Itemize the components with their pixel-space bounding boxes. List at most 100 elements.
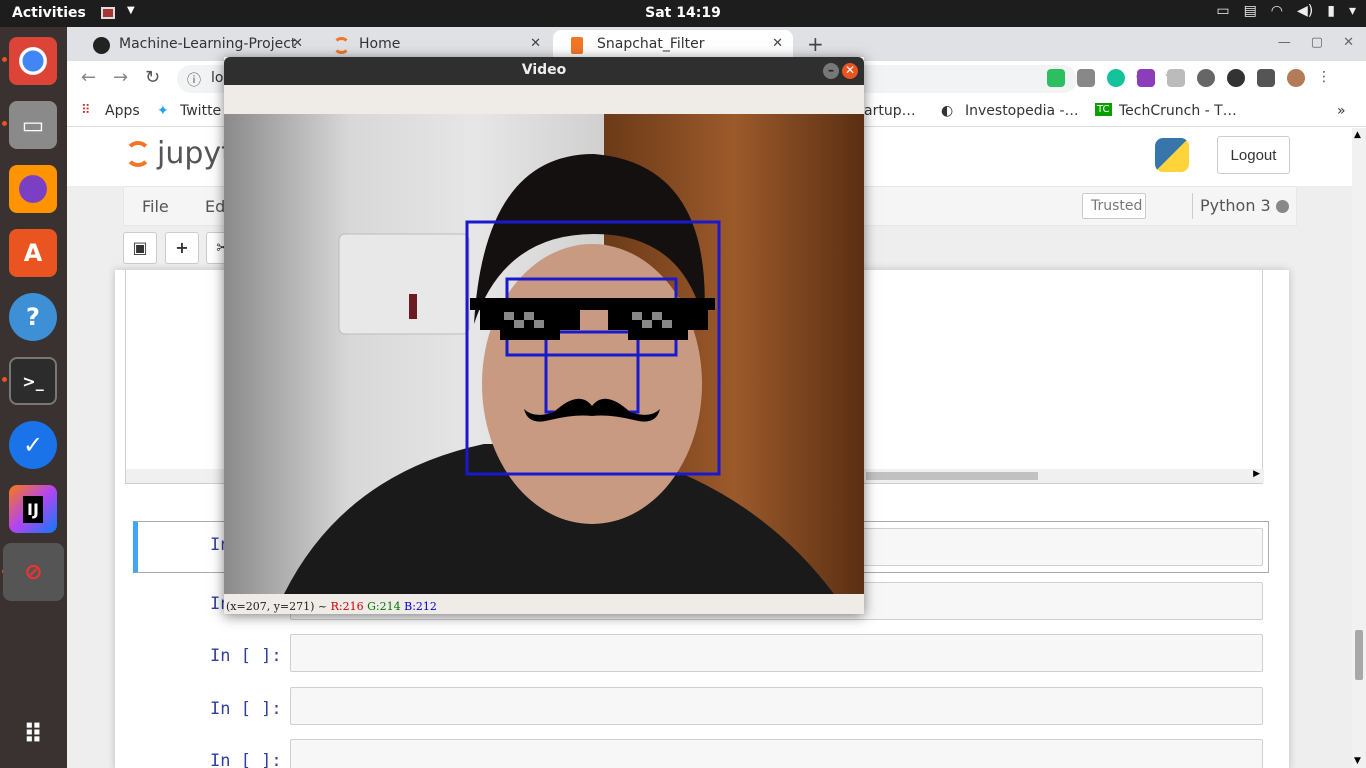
menu-icon[interactable]: ⋮ — [1317, 69, 1331, 87]
save-button[interactable]: ▣ — [123, 232, 157, 264]
system-top-bar: Activities ▼ Sat 14:19 ▭ ▤ ◠ ◀) ▮ ▾ — [0, 0, 1366, 27]
forward-icon[interactable]: → — [113, 67, 128, 88]
scrollbar-thumb[interactable] — [1355, 630, 1363, 680]
tab-label: Machine-Learning-Project — [119, 36, 297, 52]
reload-icon[interactable]: ↻ — [145, 67, 160, 88]
logo-text: jupyt — [157, 136, 233, 171]
grammarly-icon[interactable] — [1107, 69, 1125, 87]
evernote-icon[interactable] — [1047, 69, 1065, 87]
cursor-coords: (x=207, y=271) ~ — [226, 600, 328, 613]
running-indicator — [2, 57, 7, 62]
clock[interactable]: Sat 14:19 — [0, 5, 1366, 21]
running-indicator — [2, 377, 7, 382]
help-icon[interactable]: ? — [9, 293, 57, 341]
menu-file[interactable]: File — [142, 197, 169, 216]
webcam-image — [224, 114, 864, 594]
kernel-name[interactable]: Python 3 — [1200, 196, 1271, 215]
divider — [1192, 193, 1193, 219]
avatar[interactable] — [1287, 69, 1305, 87]
bookmark-startup[interactable]: artup… — [864, 103, 916, 119]
bookmark-twitter[interactable]: Twitte — [180, 103, 221, 119]
bookmark-investopedia[interactable]: Investopedia -… — [965, 103, 1079, 119]
techcrunch-icon[interactable]: TC — [1095, 103, 1112, 116]
tab-label: Snapchat_Filter — [597, 36, 705, 52]
dock: ▭ A ? >_ ✓ IJ ⊘ ⠿ — [0, 27, 67, 768]
volume-icon[interactable]: ◀) — [1297, 3, 1313, 19]
software-icon[interactable]: A — [9, 229, 57, 277]
battery-icon[interactable]: ▮ — [1327, 3, 1335, 19]
running-indicator — [2, 121, 7, 126]
apps-icon[interactable]: ⠿ — [81, 103, 91, 118]
window-title: Video — [521, 62, 567, 78]
video-title-bar[interactable]: Video – ✕ — [224, 57, 864, 85]
video-app-icon[interactable]: ⊘ — [3, 543, 64, 601]
chevron-up-icon[interactable]: ▲ — [1354, 130, 1361, 140]
tab-label: Home — [359, 36, 401, 52]
wifi-icon[interactable]: ◠ — [1271, 3, 1283, 19]
maximize-icon[interactable]: ▢ — [1311, 35, 1323, 50]
extension-icon[interactable] — [1077, 69, 1095, 87]
bookmark-techcrunch[interactable]: TechCrunch - T… — [1119, 103, 1237, 119]
tab-strip: Machine-Learning-Project ✕ Home ✕ Snapch… — [67, 27, 1366, 61]
info-icon[interactable]: ⓘ — [187, 70, 201, 90]
vertical-scrollbar[interactable]: ▲ ▼ — [1352, 128, 1366, 768]
cell-prompt: In [ ]: — [210, 699, 282, 719]
chevron-down-icon[interactable]: ▼ — [1354, 756, 1361, 766]
screen-icon[interactable]: ▭ — [1216, 3, 1229, 19]
bookmark-apps[interactable]: Apps — [105, 103, 140, 119]
code-input[interactable] — [290, 634, 1263, 672]
add-cell-button[interactable]: + — [165, 232, 199, 264]
pixel-info-status: (x=207, y=271) ~ R:216 G:214 B:212 — [226, 600, 437, 613]
scrollbar-thumb[interactable] — [866, 472, 1038, 480]
files-icon[interactable]: ▭ — [9, 101, 57, 149]
clipboard-icon[interactable]: ▤ — [1244, 3, 1257, 19]
new-tab-button[interactable]: + — [807, 32, 824, 56]
s-extension-icon[interactable] — [1137, 69, 1155, 87]
minimize-icon[interactable]: — — [1278, 35, 1291, 50]
chevron-down-icon[interactable]: ▾ — [1349, 3, 1356, 19]
cell-prompt: In [ ]: — [210, 751, 282, 768]
code-input[interactable] — [290, 687, 1263, 725]
kernel-status-icon — [1276, 200, 1289, 213]
back-icon[interactable]: ← — [81, 67, 96, 88]
code-cell[interactable]: In [ ]: — [115, 687, 1289, 739]
cell-prompt: In [ ]: — [210, 646, 282, 666]
twitter-icon[interactable]: ✦ — [157, 103, 169, 119]
extensions: ⋮ — [1047, 69, 1331, 87]
firefox-icon[interactable] — [9, 165, 57, 213]
jupyter-icon — [333, 37, 350, 54]
menu-edit[interactable]: Ed — [205, 197, 225, 216]
bookmarks-overflow[interactable]: » — [1337, 103, 1346, 119]
tasks-icon[interactable]: ✓ — [9, 421, 57, 469]
code-cell[interactable]: In [ ]: — [115, 739, 1289, 768]
jupyter-logo[interactable]: jupyt — [125, 136, 233, 171]
puzzle-icon[interactable] — [1257, 69, 1275, 87]
video-window: Video – ✕ (x=207, y=271) ~ R:216 G:214 B… — [224, 57, 864, 614]
chrome-icon[interactable] — [9, 37, 57, 85]
red-value: R:216 — [330, 600, 364, 613]
close-icon[interactable]: ✕ — [530, 36, 541, 51]
timer-icon[interactable] — [1197, 69, 1215, 87]
logout-button[interactable]: Logout — [1217, 136, 1290, 174]
system-tray[interactable]: ▭ ▤ ◠ ◀) ▮ ▾ — [1216, 3, 1356, 19]
window-controls: — ▢ ✕ — [1278, 35, 1354, 50]
chevron-right-icon[interactable]: ▶ — [1253, 469, 1260, 479]
minimize-icon[interactable]: – — [823, 63, 839, 79]
code-input[interactable] — [290, 739, 1263, 768]
intellij-icon[interactable]: IJ — [9, 485, 57, 533]
python-icon — [1155, 138, 1189, 172]
investopedia-icon[interactable]: ◐ — [941, 103, 953, 119]
github-icon — [93, 37, 110, 54]
extension-icon[interactable] — [1167, 69, 1185, 87]
close-icon[interactable]: ✕ — [772, 36, 783, 51]
webcam-frame[interactable] — [224, 114, 864, 594]
close-icon[interactable]: ✕ — [292, 36, 303, 51]
close-icon[interactable]: ✕ — [1343, 35, 1354, 50]
terminal-icon[interactable]: >_ — [9, 357, 57, 405]
trusted-badge[interactable]: Trusted — [1082, 193, 1146, 219]
extension-icon[interactable] — [1227, 69, 1245, 87]
code-cell[interactable]: In [ ]: — [115, 634, 1289, 686]
close-icon[interactable]: ✕ — [842, 63, 858, 79]
jupyter-icon — [125, 141, 151, 167]
apps-grid-icon[interactable]: ⠿ — [9, 711, 57, 759]
